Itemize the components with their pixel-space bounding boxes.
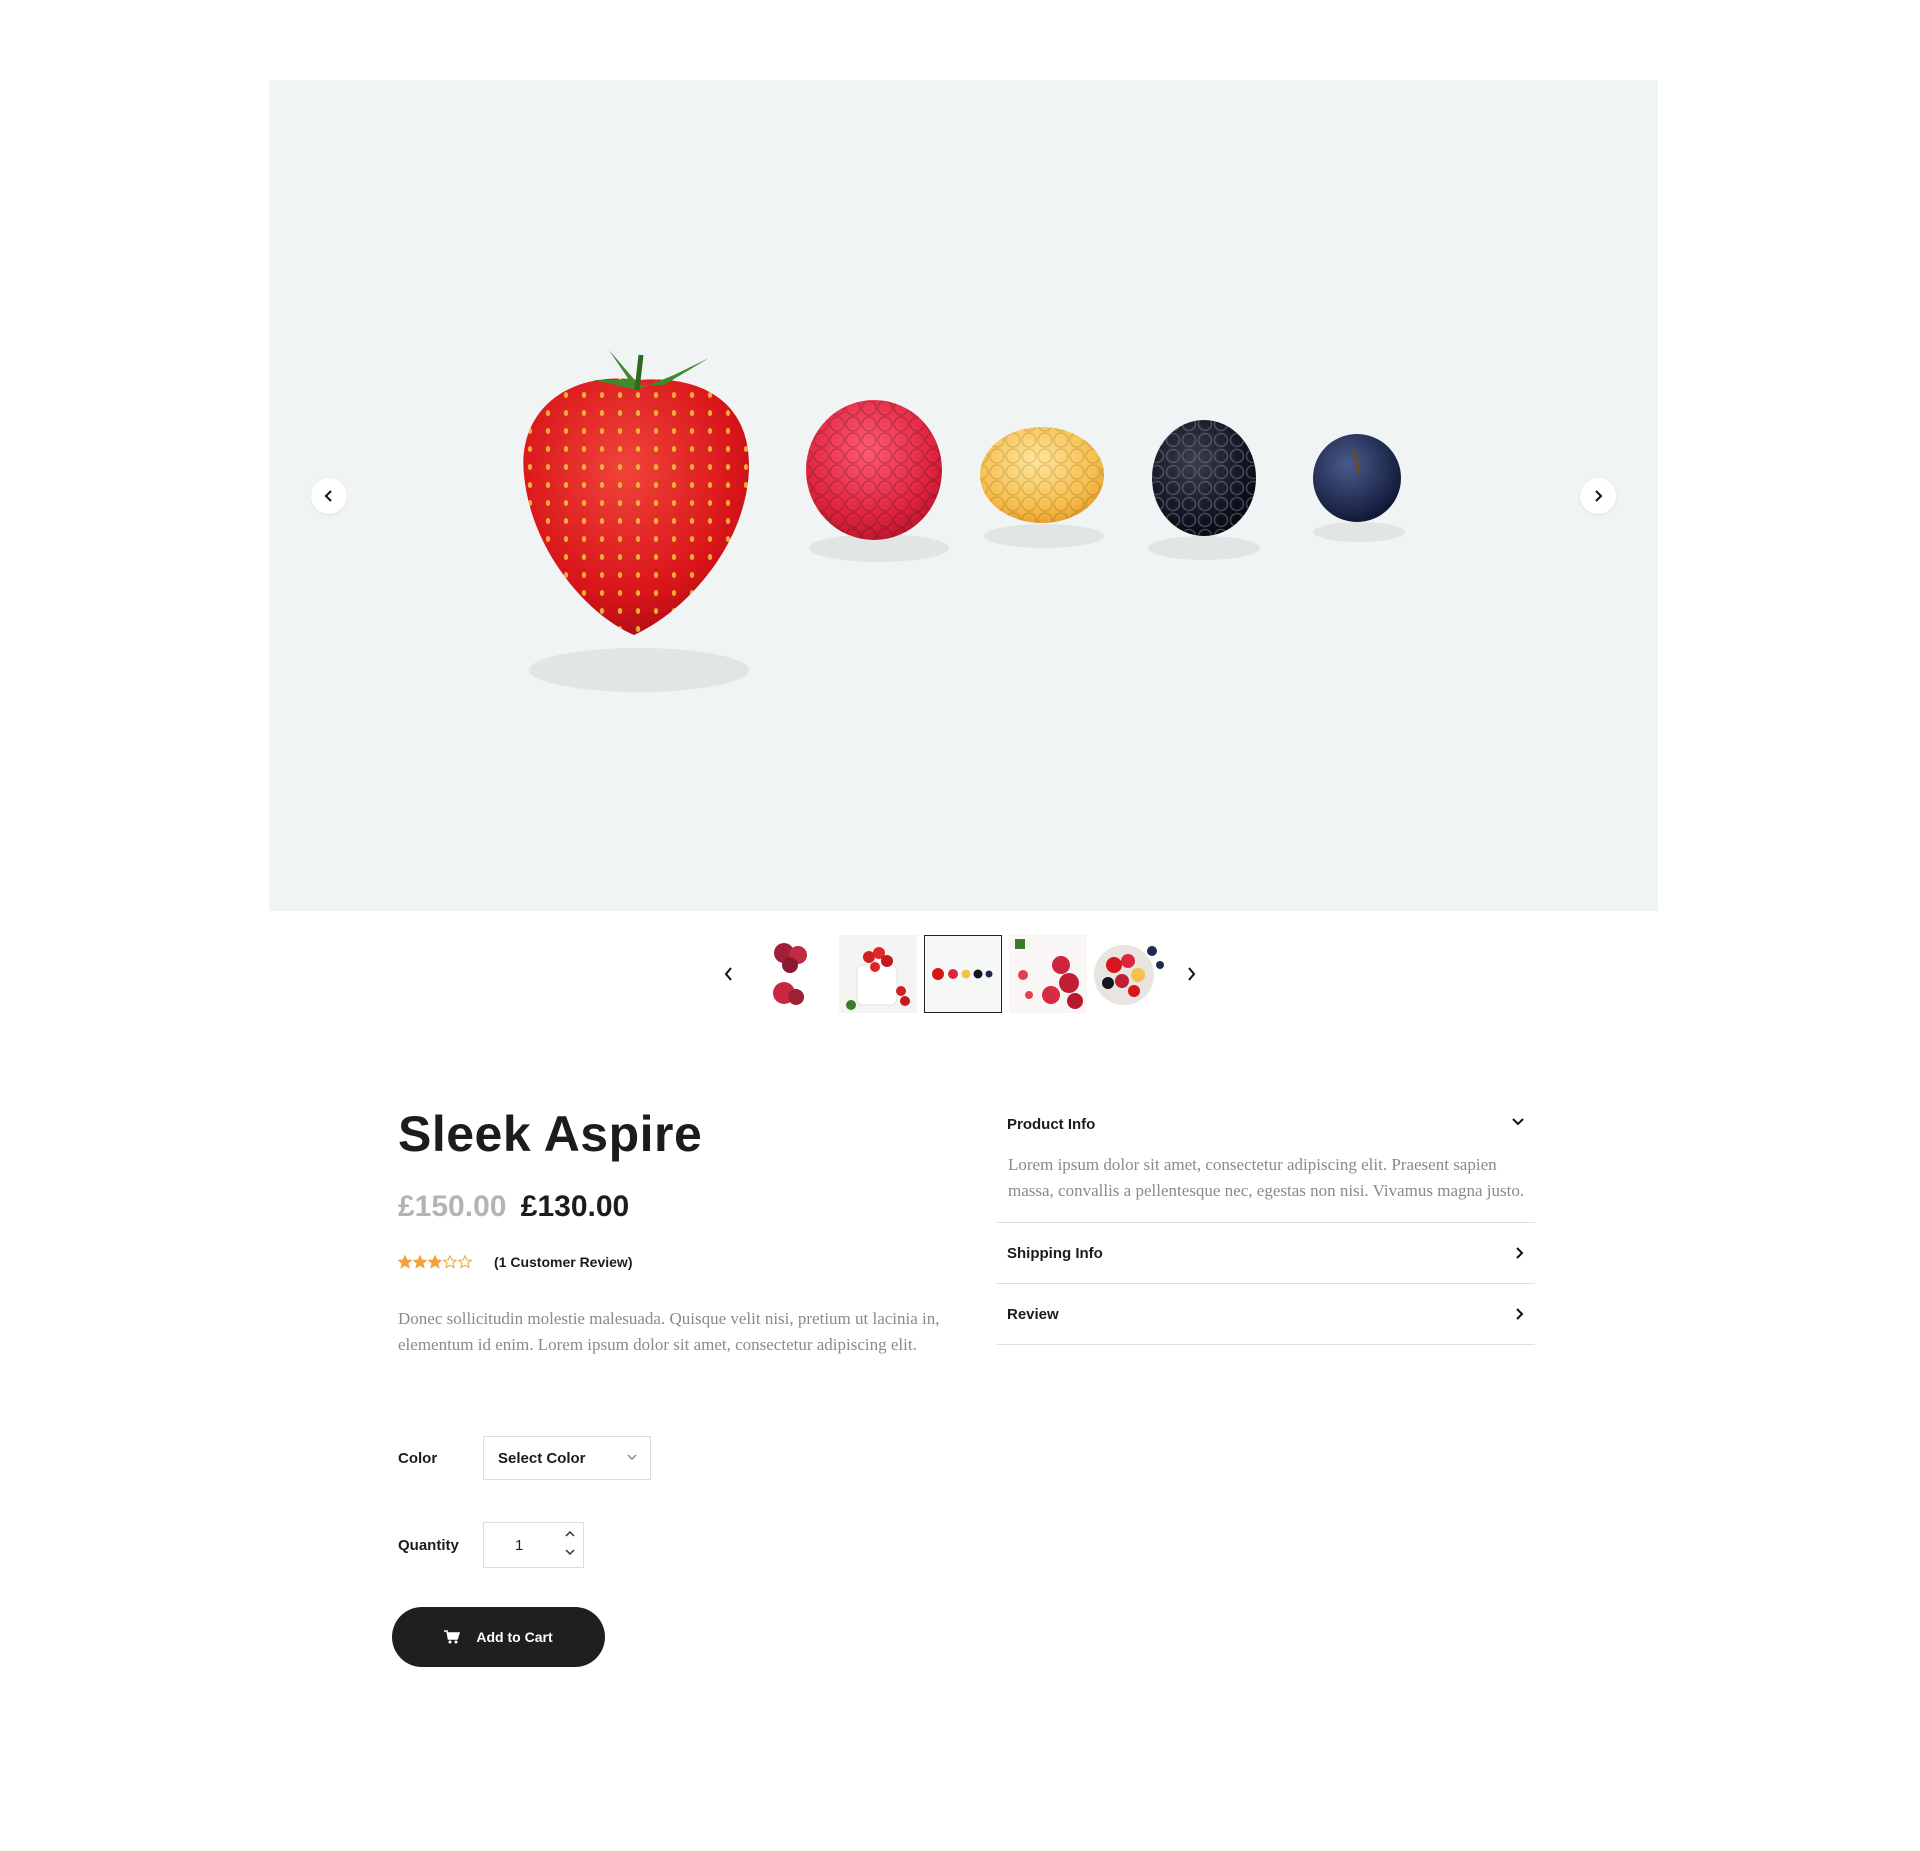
accordion-header-review[interactable]: Review (997, 1284, 1535, 1344)
hero-prev-button[interactable] (311, 478, 347, 514)
accordion-title: Shipping Info (1007, 1244, 1103, 1262)
quantity-decrement-button[interactable] (563, 1545, 577, 1559)
thumbnail-3-active[interactable] (923, 935, 1002, 1013)
add-to-cart-button[interactable]: Add to Cart (392, 1607, 605, 1667)
quantity-increment-button[interactable] (563, 1527, 577, 1541)
chevron-up-icon (565, 1530, 575, 1537)
chevron-right-icon (1516, 1308, 1524, 1320)
quantity-stepper[interactable]: 1 (483, 1522, 584, 1568)
hero-next-button[interactable] (1580, 478, 1616, 514)
thumbnail-berries-row-image (924, 936, 1001, 1012)
thumbnail-1[interactable] (753, 935, 832, 1013)
accordion-body-product-info: Lorem ipsum dolor sit amet, consectetur … (1008, 1155, 1525, 1200)
thumbs-next-button[interactable] (1183, 954, 1201, 994)
cart-icon (444, 1630, 461, 1644)
chevron-right-icon (1595, 490, 1603, 502)
add-to-cart-label: Add to Cart (476, 1629, 553, 1645)
review-count-link[interactable]: (1 Customer Review) (494, 1254, 632, 1270)
old-price: £150.00 (398, 1190, 507, 1223)
product-description: Donec sollicitudin molestie malesuada. Q… (398, 1309, 940, 1354)
color-select[interactable]: Select Color (483, 1436, 651, 1480)
color-select-value: Select Color (498, 1449, 586, 1467)
product-hero-image (269, 80, 1658, 911)
accordion-title: Review (1007, 1305, 1059, 1323)
star-filled-icon (413, 1255, 427, 1269)
chevron-left-icon (724, 967, 732, 981)
thumbnail-mixed-berries-image (1093, 935, 1172, 1013)
accordion-title: Product Info (1007, 1116, 1096, 1133)
quantity-label: Quantity (398, 1537, 459, 1554)
thumbs-prev-button[interactable] (720, 954, 738, 994)
chevron-left-icon (324, 490, 332, 502)
star-filled-icon (398, 1255, 412, 1269)
chevron-right-icon (1188, 967, 1196, 981)
chevron-right-icon (1516, 1247, 1524, 1259)
chevron-down-icon (627, 1454, 637, 1461)
accordion-shipping-info: Shipping Info (997, 1223, 1535, 1284)
thumbnail-strip (720, 934, 1200, 1014)
chevron-down-icon (565, 1549, 575, 1556)
thumbnail-currants-image (838, 935, 917, 1013)
accordion-header-product-info[interactable]: Product Info (997, 1100, 1535, 1144)
current-price: £130.00 (520, 1190, 630, 1223)
star-empty-icon (458, 1255, 472, 1269)
chevron-down-icon (1512, 1118, 1524, 1126)
thumbnail-4[interactable] (1008, 935, 1087, 1013)
color-label: Color (398, 1450, 438, 1467)
star-rating (398, 1255, 472, 1269)
accordion-header-shipping-info[interactable]: Shipping Info (997, 1223, 1535, 1283)
rating-row: (1 Customer Review) (398, 1254, 632, 1270)
product-accordion: Product Info Lorem ipsum dolor sit amet,… (997, 1100, 1535, 1345)
quantity-input[interactable]: 1 (515, 1537, 545, 1554)
thumbnail-scattered-berries-image (1008, 935, 1087, 1013)
accordion-product-info: Product Info Lorem ipsum dolor sit amet,… (997, 1100, 1535, 1223)
thumbnail-raspberries-image (753, 935, 832, 1013)
product-title: Sleek Aspire (398, 1106, 703, 1162)
accordion-review: Review (997, 1284, 1535, 1345)
thumbnail-5[interactable] (1093, 935, 1172, 1013)
berries-illustration (523, 350, 1405, 692)
star-empty-icon (443, 1255, 457, 1269)
price-block: £150.00 £130.00 (398, 1190, 629, 1224)
star-filled-icon (428, 1255, 442, 1269)
thumbnail-2[interactable] (838, 935, 917, 1013)
